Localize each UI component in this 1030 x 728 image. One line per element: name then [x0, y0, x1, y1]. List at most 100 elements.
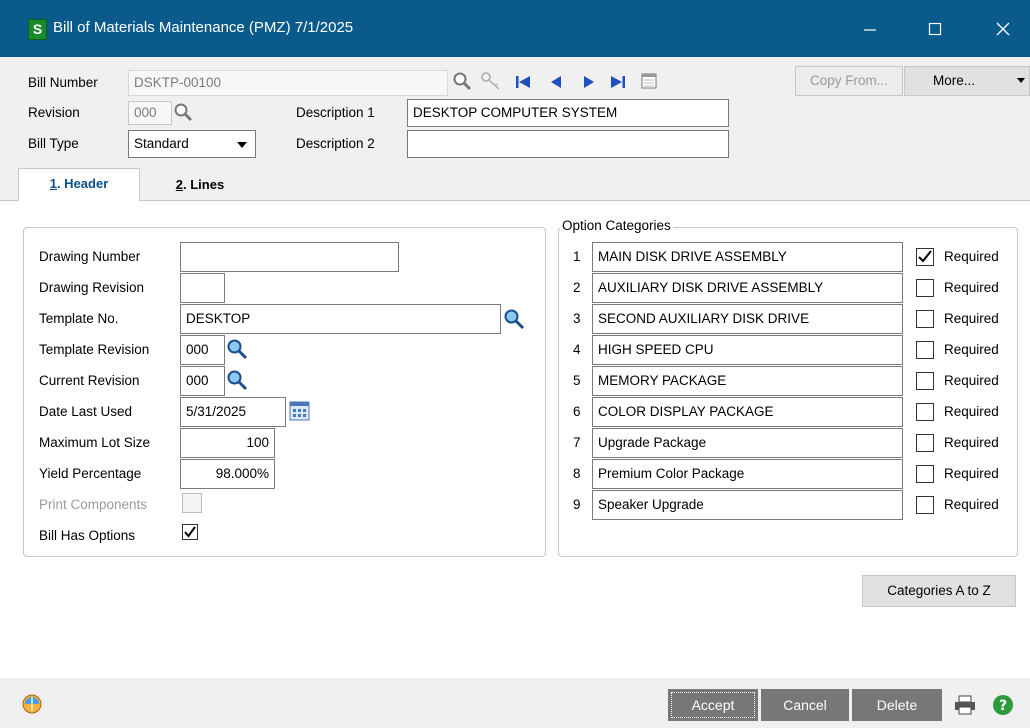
- bill-number-field[interactable]: DSKTP-00100: [128, 70, 448, 96]
- option-category-number: 5: [573, 373, 581, 388]
- delete-button[interactable]: Delete: [852, 689, 942, 721]
- tab-lines-number: 2: [175, 177, 184, 192]
- option-required-checkbox[interactable]: [916, 496, 934, 514]
- template-lookup-icon[interactable]: [503, 308, 525, 330]
- print-components-checkbox[interactable]: [182, 493, 202, 513]
- option-required-checkbox[interactable]: [916, 248, 934, 266]
- option-category-field[interactable]: Speaker Upgrade: [592, 490, 903, 520]
- option-category-field[interactable]: HIGH SPEED CPU: [592, 335, 903, 365]
- key-icon[interactable]: [480, 71, 502, 91]
- close-button[interactable]: [983, 10, 1023, 46]
- option-required-checkbox[interactable]: [916, 403, 934, 421]
- option-category-number: 2: [573, 280, 581, 295]
- option-category-number: 1: [573, 249, 581, 264]
- option-required-checkbox[interactable]: [916, 465, 934, 483]
- option-category-field[interactable]: SECOND AUXILIARY DISK DRIVE: [592, 304, 903, 334]
- first-record-icon[interactable]: [515, 75, 531, 89]
- tab-lines[interactable]: 2. Lines: [150, 168, 250, 201]
- yield-percentage-field[interactable]: 98.000%: [180, 459, 275, 489]
- help-globe-icon[interactable]: [22, 694, 42, 714]
- lookup-search-icon[interactable]: [452, 71, 472, 91]
- description2-field[interactable]: [407, 130, 729, 158]
- option-category-field[interactable]: COLOR DISPLAY PACKAGE: [592, 397, 903, 427]
- option-required-label: Required: [944, 342, 999, 357]
- option-required-label: Required: [944, 280, 999, 295]
- tab-header[interactable]: 1. Header: [18, 168, 140, 201]
- cancel-button[interactable]: Cancel: [761, 689, 849, 721]
- drawing-number-label: Drawing Number: [39, 249, 141, 264]
- checkmark-icon: [918, 250, 932, 263]
- cancel-label: Cancel: [783, 697, 827, 713]
- template-revision-field[interactable]: 000: [180, 335, 225, 365]
- close-icon: [996, 22, 1010, 36]
- more-button[interactable]: More...: [904, 66, 1030, 96]
- bill-number-label: Bill Number: [28, 75, 98, 90]
- option-required-checkbox[interactable]: [916, 310, 934, 328]
- current-revision-field[interactable]: 000: [180, 366, 225, 396]
- option-required-checkbox[interactable]: [916, 434, 934, 452]
- bill-has-options-label: Bill Has Options: [39, 528, 136, 543]
- chevron-down-icon: [1017, 78, 1025, 83]
- chevron-down-icon: [237, 142, 247, 148]
- accept-button[interactable]: Accept: [668, 689, 758, 721]
- print-icon[interactable]: [954, 695, 976, 715]
- current-revision-lookup-icon[interactable]: [226, 369, 248, 391]
- categories-a-to-z-button[interactable]: Categories A to Z: [862, 575, 1016, 607]
- date-last-used-field[interactable]: 5/31/2025: [180, 397, 286, 427]
- maximize-button[interactable]: [915, 10, 955, 46]
- max-lot-size-label: Maximum Lot Size: [39, 435, 151, 450]
- max-lot-size-field[interactable]: 100: [180, 428, 275, 458]
- option-required-label: Required: [944, 373, 999, 388]
- bill-type-value: Standard: [134, 136, 189, 151]
- option-category-field[interactable]: MEMORY PACKAGE: [592, 366, 903, 396]
- drawing-revision-field[interactable]: [180, 273, 225, 303]
- minimize-button[interactable]: [850, 10, 890, 46]
- template-no-field[interactable]: DESKTOP: [180, 304, 501, 334]
- option-category-number: 6: [573, 404, 581, 419]
- help-icon[interactable]: ?: [992, 694, 1014, 716]
- description2-label: Description 2: [296, 136, 375, 151]
- option-required-label: Required: [944, 497, 999, 512]
- checkmark-icon: [184, 526, 196, 538]
- bill-type-select[interactable]: Standard: [128, 130, 256, 158]
- option-required-label: Required: [944, 466, 999, 481]
- minimize-icon: [864, 29, 876, 31]
- revision-field[interactable]: 000: [128, 101, 172, 125]
- copy-from-button[interactable]: Copy From...: [795, 66, 903, 96]
- option-required-label: Required: [944, 249, 999, 264]
- tab-header-number: 1: [49, 176, 57, 191]
- tab-header-label: . Header: [56, 176, 109, 191]
- option-required-label: Required: [944, 435, 999, 450]
- option-category-number: 8: [573, 466, 581, 481]
- maximize-icon: [928, 23, 942, 36]
- drawing-number-field[interactable]: [180, 242, 399, 272]
- option-required-checkbox[interactable]: [916, 372, 934, 390]
- current-revision-label: Current Revision: [39, 373, 140, 388]
- revision-lookup-icon[interactable]: [173, 102, 193, 122]
- option-category-field[interactable]: AUXILIARY DISK DRIVE ASSEMBLY: [592, 273, 903, 303]
- previous-record-icon[interactable]: [550, 75, 562, 89]
- option-required-label: Required: [944, 311, 999, 326]
- option-required-checkbox[interactable]: [916, 341, 934, 359]
- delete-label: Delete: [876, 697, 918, 713]
- bill-has-options-checkbox[interactable]: [182, 524, 198, 540]
- option-category-field[interactable]: Upgrade Package: [592, 428, 903, 458]
- svg-text:?: ?: [999, 698, 1007, 714]
- option-required-checkbox[interactable]: [916, 279, 934, 297]
- revision-label: Revision: [28, 105, 80, 120]
- option-categories-title: Option Categories: [560, 218, 673, 233]
- option-category-field[interactable]: Premium Color Package: [592, 459, 903, 489]
- option-category-field[interactable]: MAIN DISK DRIVE ASSEMBLY: [592, 242, 903, 272]
- date-picker-calendar-icon[interactable]: [289, 400, 311, 422]
- app-logo-icon: S: [28, 19, 47, 40]
- drawing-revision-label: Drawing Revision: [39, 280, 145, 295]
- bill-type-label: Bill Type: [28, 136, 79, 151]
- option-category-number: 9: [573, 497, 581, 512]
- calendar-icon[interactable]: [640, 72, 658, 90]
- template-revision-lookup-icon[interactable]: [226, 338, 248, 360]
- next-record-icon[interactable]: [583, 75, 595, 89]
- window-title: Bill of Materials Maintenance (PMZ) 7/1/…: [53, 19, 354, 36]
- last-record-icon[interactable]: [610, 75, 626, 89]
- description1-field[interactable]: DESKTOP COMPUTER SYSTEM: [407, 99, 729, 127]
- more-button-label: More...: [933, 73, 976, 88]
